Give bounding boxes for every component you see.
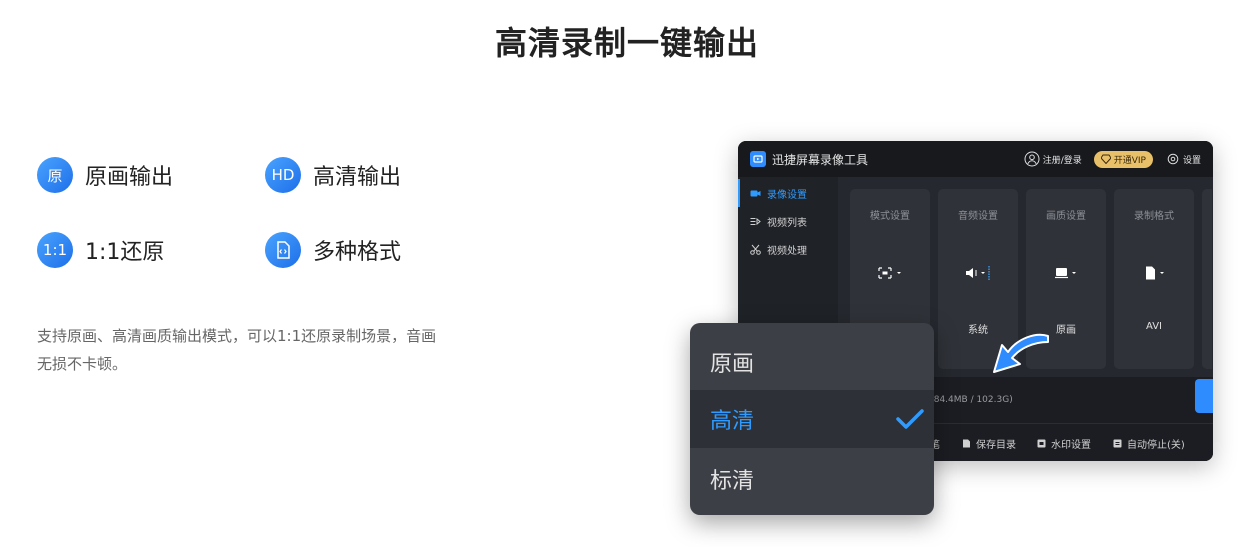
region-select-icon [850,265,930,281]
file-icon [1114,265,1194,281]
speaker-icon [938,265,1018,281]
feature-one-to-one: 1:1 1:1还原 [37,232,164,268]
bottom-item-label: 自动停止(关) [1127,440,1185,451]
feature-label: 多种格式 [313,240,402,265]
feature-label: 1:1还原 [85,240,165,265]
app-titlebar: 迅捷屏幕录像工具 注册/登录 开通VIP 设置 [738,141,1213,177]
login-label: 注册/登录 [1042,155,1082,166]
login-button[interactable]: 注册/登录 [1024,151,1082,167]
watermark-icon [1037,439,1046,448]
gear-icon [1167,153,1179,165]
feature-label: 原画输出 [85,165,174,190]
auto-stop-button[interactable]: 自动停止(关) [1113,436,1185,451]
vip-button[interactable]: 开通VIP [1093,150,1153,168]
settings-label: 设置 [1182,155,1201,166]
format-settings-card[interactable]: 录制格式 AVI [1114,189,1194,369]
card-title: 音频设置 [958,211,998,222]
option-label: 高清 [710,409,755,434]
sidebar-item-label: 视频处理 [767,245,807,257]
app-title: 迅捷屏幕录像工具 [772,152,869,167]
watermark-settings-button[interactable]: 水印设置 [1037,436,1091,451]
next-card-stub [1202,189,1212,369]
checkmark-icon [896,409,924,429]
feature-badge-hd: HD [265,157,301,193]
record-button[interactable] [1195,379,1213,413]
card-title: 模式设置 [870,211,910,222]
option-label: 标清 [710,469,755,494]
dropdown-option-sd[interactable]: 标清 [690,450,934,508]
sidebar-item-label: 视频列表 [767,217,807,229]
feature-label: 高清输出 [313,165,402,190]
quality-dropdown-menu: 原画 高清 标清 [690,323,934,515]
scissors-icon [750,244,761,255]
card-title: 画质设置 [1046,211,1086,222]
feature-badge-original: 原 [37,157,73,193]
feature-multi-format: 多种格式 [265,232,401,268]
page-title: 高清录制一键输出 [494,24,759,62]
storage-info: 984.4MB / 102.3G) [928,395,1013,405]
feature-hd-output: HD 高清输出 [265,157,401,193]
monitor-icon [1026,265,1106,281]
bottom-item-label: 保存目录 [976,440,1016,451]
vip-label: 开通VIP [1113,155,1146,166]
save-directory-button[interactable]: 保存目录 [962,436,1016,451]
sidebar-item-video-list[interactable]: 视频列表 [738,207,838,235]
option-label: 原画 [710,352,755,377]
timer-icon [1113,439,1122,448]
dropdown-option-hd[interactable]: 高清 [690,390,934,448]
feature-badge-ratio: 1:1 [37,232,73,268]
card-title: 录制格式 [1134,211,1174,222]
sidebar-item-video-processing[interactable]: 视频处理 [738,235,838,263]
code-file-icon [265,232,301,268]
feature-description: 支持原画、高清画质输出模式，可以1:1还原录制场景，音画无损不卡顿。 [37,327,437,373]
pointer-arrow-icon [993,333,1049,373]
card-value: AVI [1146,321,1162,332]
video-camera-icon [750,190,761,196]
diamond-icon [1100,154,1111,164]
app-logo-icon [750,151,766,167]
dropdown-option-original[interactable]: 原画 [690,333,934,391]
sidebar-item-label: 录像设置 [767,189,807,201]
feature-original-output: 原 原画输出 [37,157,173,193]
settings-button[interactable]: 设置 [1167,153,1201,166]
user-icon [1024,151,1040,167]
bottom-item-label: 水印设置 [1051,440,1091,451]
document-icon [963,439,970,448]
list-icon [750,217,761,225]
sidebar-item-record-settings[interactable]: 录像设置 [738,179,838,207]
